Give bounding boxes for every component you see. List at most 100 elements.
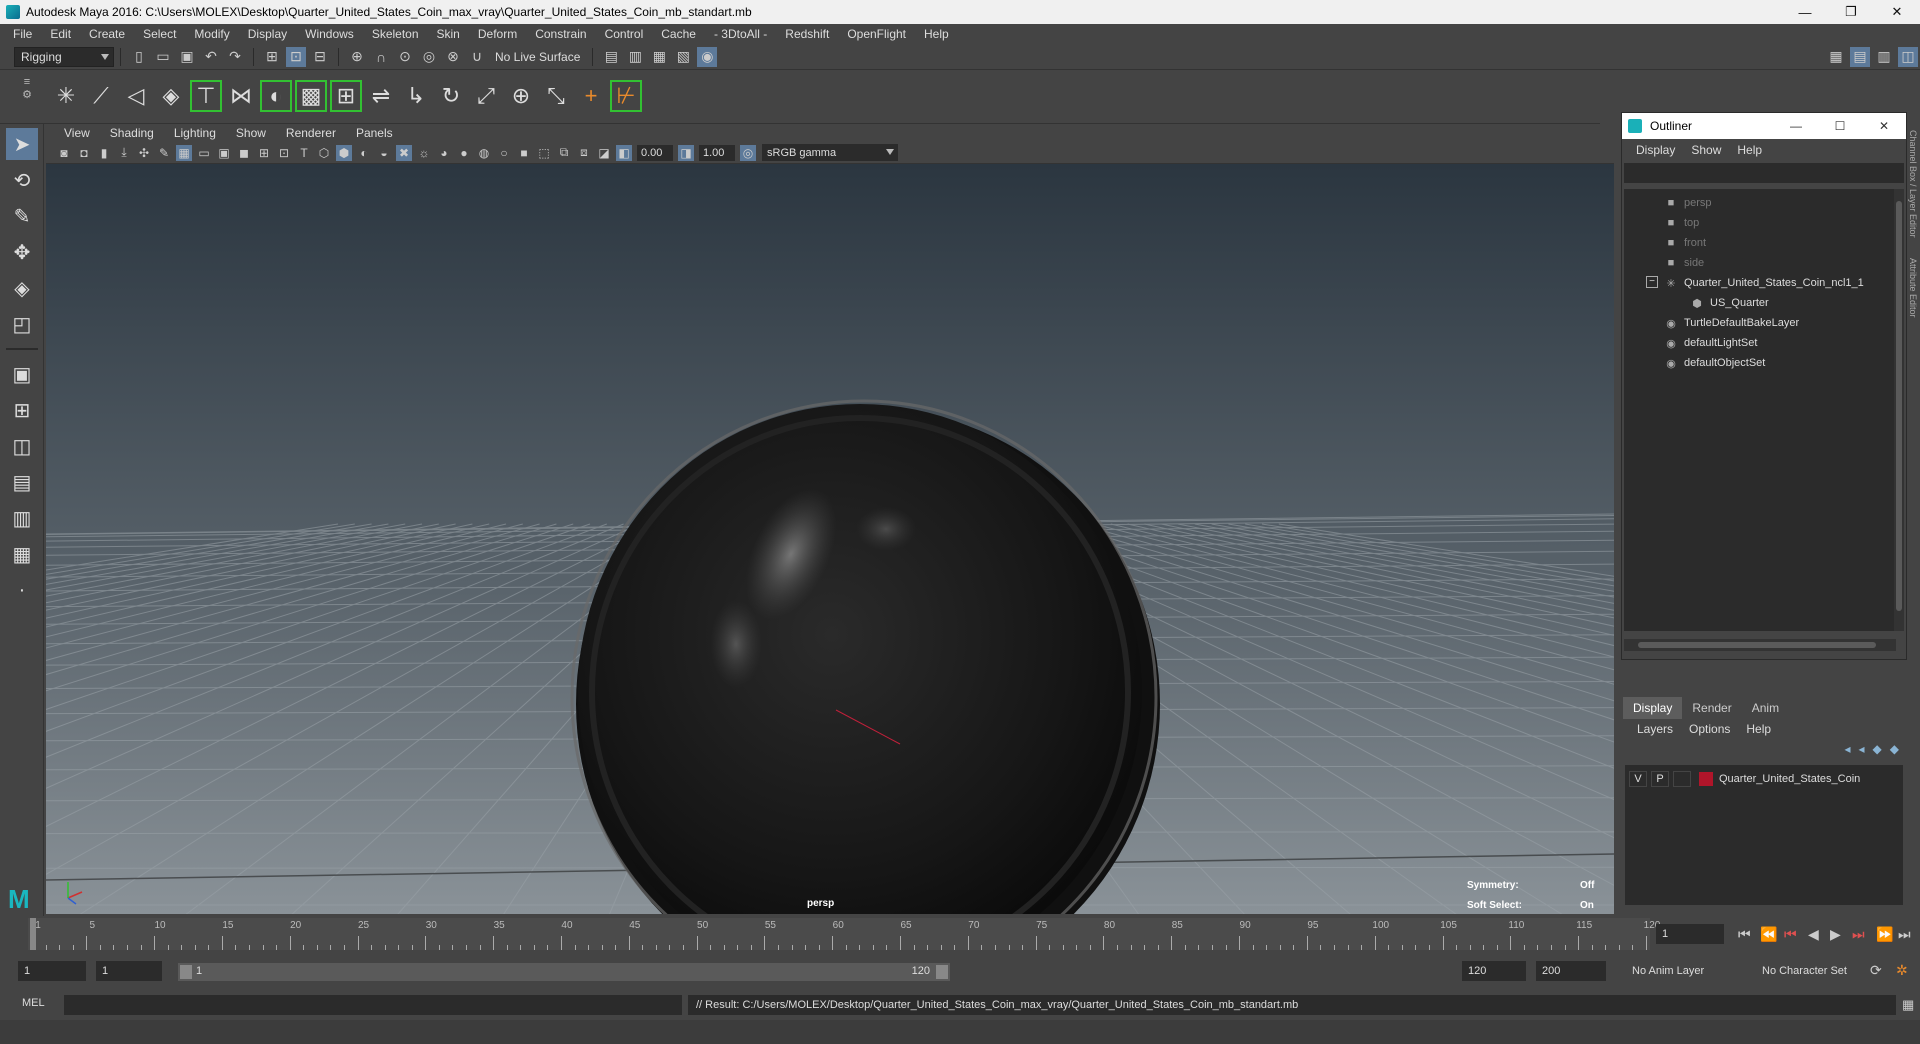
snap-curve-icon[interactable]: ∩ <box>371 47 391 67</box>
hypershade-icon[interactable]: ◉ <box>697 46 718 67</box>
xray-joints-icon[interactable]: ⧉ <box>556 145 572 161</box>
graph-layout-icon[interactable]: ▥ <box>6 502 38 534</box>
save-scene-icon[interactable]: ▣ <box>177 47 197 67</box>
outliner-search-field[interactable] <box>1624 163 1904 183</box>
cluster-icon[interactable]: ⊞ <box>330 80 362 112</box>
rotate-tool-icon[interactable]: ◈ <box>6 272 38 304</box>
menu-edit[interactable]: Edit <box>41 27 80 41</box>
outliner-item[interactable]: ⬢ US_Quarter <box>1690 293 1769 313</box>
field-chart-icon[interactable]: ⊞ <box>256 145 272 161</box>
script-editor-icon[interactable]: ▦ <box>1902 997 1914 1013</box>
wireframe-icon[interactable]: ⬡ <box>316 145 332 161</box>
outliner-vertical-scrollbar[interactable] <box>1894 189 1904 631</box>
side-tab[interactable]: Channel Box / Layer Editor <box>1908 130 1918 238</box>
tool-settings-toggle-icon[interactable]: ▥ <box>1874 47 1894 67</box>
go-to-start-icon[interactable]: ⏮ <box>1738 926 1751 943</box>
outliner-item[interactable]: ◉ defaultLightSet <box>1664 333 1757 353</box>
step-back-icon[interactable]: ⏪ <box>1760 926 1777 943</box>
playhead[interactable] <box>30 918 36 950</box>
snap-magnet-icon[interactable]: ∪ <box>467 47 487 67</box>
playback-start-field[interactable]: 1 <box>96 961 162 981</box>
snap-grid-icon[interactable]: ⊕ <box>347 47 367 67</box>
color-management-icon[interactable]: ◎ <box>740 144 756 161</box>
attribute-editor-toggle-icon[interactable]: ◫ <box>1898 46 1918 67</box>
viewport-menu-shading[interactable]: Shading <box>100 126 164 140</box>
select-tool-icon[interactable]: ➤ <box>6 128 38 160</box>
menu-skeleton[interactable]: Skeleton <box>363 27 428 41</box>
3d-viewport[interactable]: persp Symmetry: Off Soft Select: On <box>46 164 1614 914</box>
aim-constraint-icon[interactable]: ⊕ <box>505 80 537 112</box>
select-object-icon[interactable]: ⊡ <box>286 46 306 67</box>
gamma-icon[interactable]: ◨ <box>678 144 694 161</box>
outliner-item[interactable]: ■ front <box>1664 233 1706 253</box>
menu-cache[interactable]: Cache <box>652 27 705 41</box>
menu-windows[interactable]: Windows <box>296 27 363 41</box>
film-gate-icon[interactable]: ▭ <box>196 145 212 161</box>
scrollbar-thumb[interactable] <box>1638 642 1876 648</box>
pole-vector-icon[interactable]: ⤡ <box>540 80 572 112</box>
lattice-icon[interactable]: ▩ <box>295 80 327 112</box>
more-layouts-icon[interactable]: · <box>6 574 38 606</box>
scale-constraint-icon[interactable]: ⤢ <box>470 80 502 112</box>
outliner-menu-show[interactable]: Show <box>1683 143 1729 157</box>
isolate-select-icon[interactable]: ⬚ <box>536 145 552 161</box>
outliner-menu-display[interactable]: Display <box>1628 143 1683 157</box>
outliner-menu-help[interactable]: Help <box>1729 143 1770 157</box>
menu-display[interactable]: Display <box>239 27 296 41</box>
safe-action-icon[interactable]: ⊡ <box>276 145 292 161</box>
menu-redshift[interactable]: Redshift <box>776 27 838 41</box>
set-key-icon[interactable]: ⊬ <box>610 80 642 112</box>
playback-end-field[interactable]: 120 <box>1462 961 1526 981</box>
exposure-icon[interactable]: ◧ <box>616 144 632 161</box>
gate-mask-icon[interactable]: ◼ <box>236 145 252 161</box>
open-scene-icon[interactable]: ▭ <box>153 47 173 67</box>
menu-select[interactable]: Select <box>134 27 185 41</box>
motion-blur-icon[interactable]: ◍ <box>476 145 492 161</box>
point-constraint-icon[interactable]: ↳ <box>400 80 432 112</box>
snap-surface-icon[interactable]: ⊗ <box>443 47 463 67</box>
layer-menu-layers[interactable]: Layers <box>1629 722 1681 736</box>
restore-button[interactable]: ❐ <box>1828 0 1874 24</box>
resolution-gate-icon[interactable]: ▣ <box>216 145 232 161</box>
maximize-button[interactable]: ☐ <box>1818 119 1862 133</box>
outliner-item[interactable]: ■ top <box>1664 213 1700 233</box>
use-lights-icon[interactable]: ☼ <box>416 145 432 161</box>
single-pane-layout-icon[interactable]: ▣ <box>6 358 38 390</box>
xray-icon[interactable]: ✖ <box>396 144 412 161</box>
play-forwards-icon[interactable]: ▶ <box>1830 926 1841 943</box>
outliner-item[interactable]: ◉ TurtleDefaultBakeLayer <box>1664 313 1799 333</box>
tab-anim[interactable]: Anim <box>1742 697 1789 719</box>
new-layer-icon[interactable]: ◆ <box>1873 742 1882 756</box>
collapse-toggle-icon[interactable]: − <box>1646 276 1658 288</box>
viewport-menu-view[interactable]: View <box>54 126 100 140</box>
channel-box-toggle-icon[interactable]: ▤ <box>1850 46 1870 67</box>
snap-point-icon[interactable]: ⊙ <box>395 47 415 67</box>
antialias-icon[interactable]: ○ <box>496 145 512 161</box>
outliner-item[interactable]: ✳ Quarter_United_States_Coin_ncl1_1 <box>1664 273 1863 293</box>
backface-icon[interactable]: ◪ <box>596 145 612 161</box>
tab-display[interactable]: Display <box>1623 697 1683 719</box>
anim-layer-dropdown[interactable]: No Anim Layer <box>1626 961 1750 981</box>
layer-color-swatch[interactable] <box>1699 772 1713 786</box>
ambient-occlusion-icon[interactable]: ● <box>456 145 472 161</box>
new-layer-selected-icon[interactable]: ◆ <box>1890 742 1899 756</box>
menu-control[interactable]: Control <box>596 27 653 41</box>
menu-create[interactable]: Create <box>80 27 134 41</box>
orient-constraint-icon[interactable]: ↻ <box>435 80 467 112</box>
modeling-toolkit-icon[interactable]: ▦ <box>1826 47 1846 67</box>
close-button[interactable]: ✕ <box>1862 119 1906 133</box>
tab-render[interactable]: Render <box>1682 697 1741 719</box>
animation-end-field[interactable]: 200 <box>1536 961 1606 981</box>
view-transform-dropdown[interactable]: sRGB gamma <box>762 144 898 161</box>
render-view-icon[interactable]: ▥ <box>625 47 645 67</box>
anim-preferences-icon[interactable]: ⟳ <box>1870 962 1882 979</box>
menu-help[interactable]: Help <box>915 27 958 41</box>
shelf-tabs-icon[interactable]: ≡ ⚙ <box>18 76 36 120</box>
outliner-layout-icon[interactable]: ▤ <box>6 466 38 498</box>
outliner-item[interactable]: ■ persp <box>1664 193 1712 213</box>
viewport-menu-renderer[interactable]: Renderer <box>276 126 346 140</box>
depth-of-field-icon[interactable]: ■ <box>516 145 532 161</box>
layer-menu-help[interactable]: Help <box>1738 722 1779 736</box>
four-pane-layout-icon[interactable]: ⊞ <box>6 394 38 426</box>
time-slider-track[interactable]: 1 5 10 15 20 25 30 35 40 45 50 55 60 65 70 75 80 85 90 95 10… <box>28 918 1660 950</box>
